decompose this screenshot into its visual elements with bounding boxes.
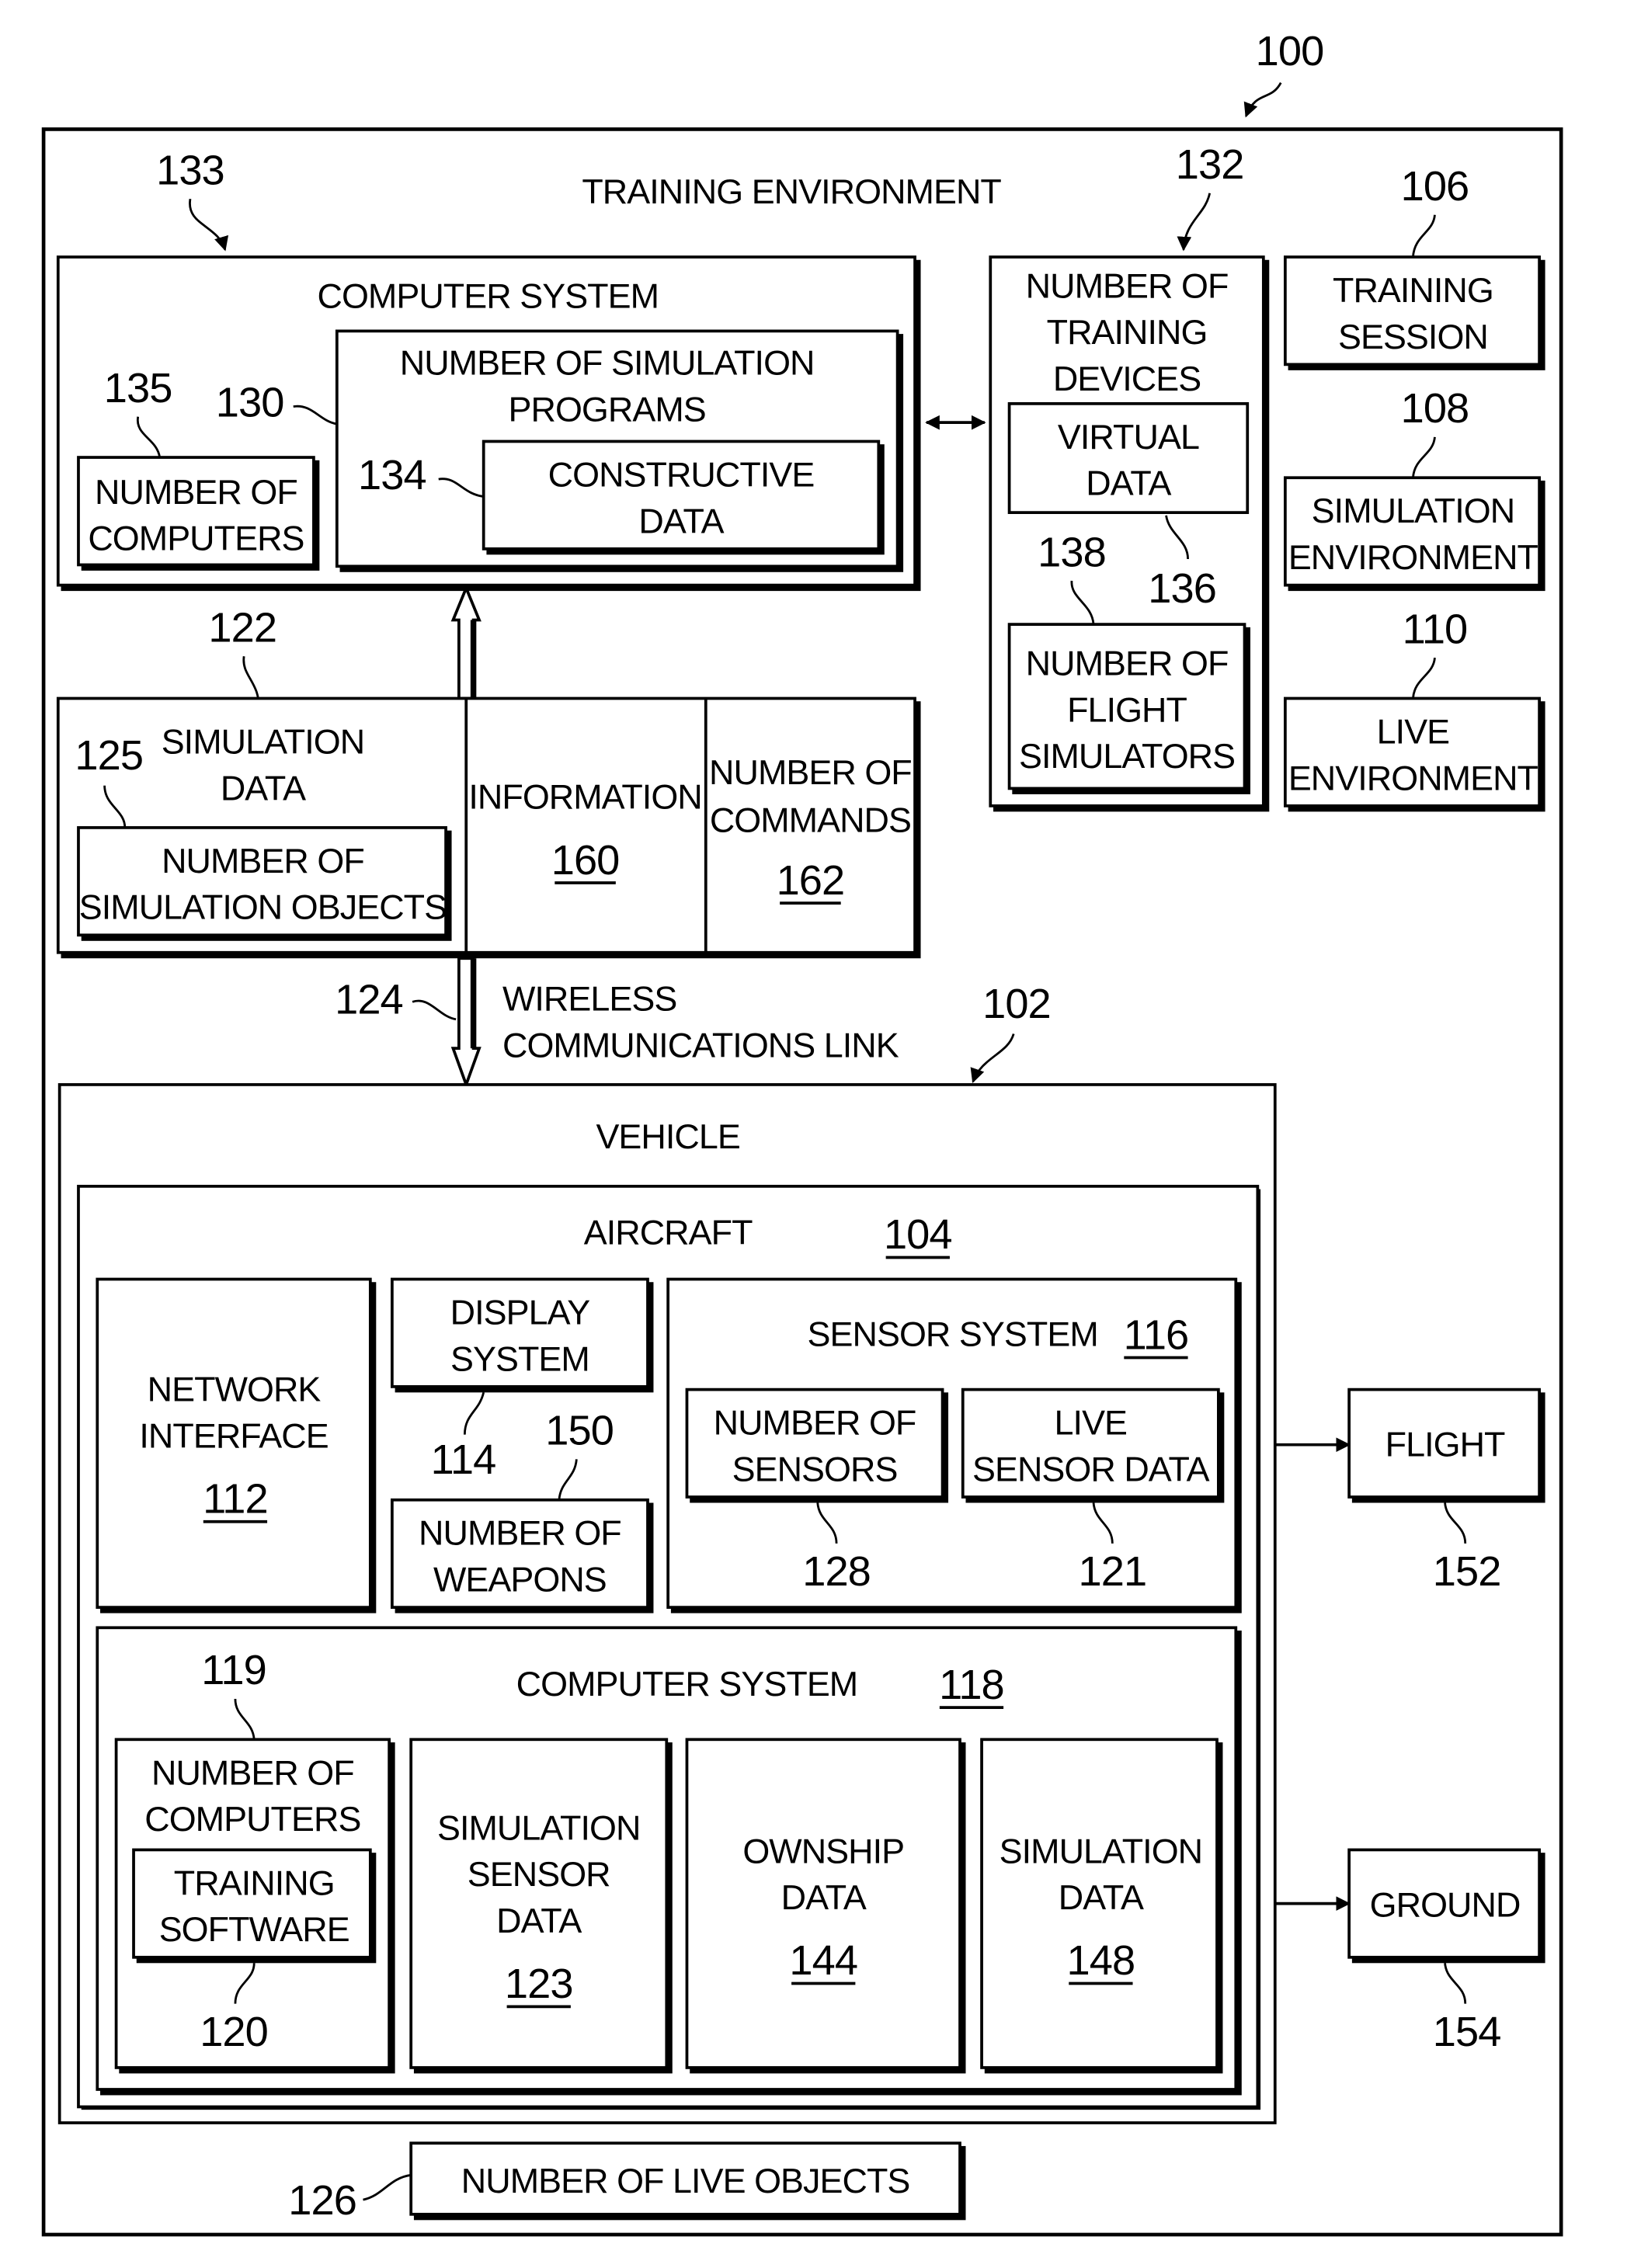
vehicle-computer-system-label: COMPUTER SYSTEM <box>516 1664 858 1704</box>
training-devices-line3: DEVICES <box>1053 359 1201 398</box>
ref-120: 120 <box>200 2009 268 2055</box>
ref-122: 122 <box>208 605 276 651</box>
simulation-data-line2: DATA <box>221 768 306 808</box>
ref-134: 134 <box>358 452 426 498</box>
ref-130: 130 <box>216 380 284 426</box>
simulation-environment-line1: SIMULATION <box>1312 491 1514 530</box>
ref-154: 154 <box>1433 2009 1501 2055</box>
ref-148: 148 <box>1067 1937 1135 1984</box>
simulation-environment-line2: ENVIRONMENT <box>1288 537 1538 577</box>
ground-label: GROUND <box>1370 1884 1521 1924</box>
ref-136: 136 <box>1148 565 1216 612</box>
training-software-line1: TRAINING <box>174 1863 335 1902</box>
training-software-line2: SOFTWARE <box>159 1909 349 1949</box>
ref-123: 123 <box>505 1961 573 2007</box>
simulation-data-line1: SIMULATION <box>162 722 364 762</box>
ref-128: 128 <box>802 1548 871 1595</box>
virtual-data-line2: DATA <box>1086 464 1171 503</box>
network-interface-line2: INTERFACE <box>139 1415 328 1455</box>
live-sensor-data-line2: SENSOR DATA <box>972 1449 1210 1488</box>
vehicle-simulation-data-line2: DATA <box>1059 1877 1144 1917</box>
ref-104: 104 <box>884 1211 952 1258</box>
ownship-data-line2: DATA <box>781 1877 867 1917</box>
training-session-line2: SESSION <box>1338 317 1488 356</box>
ref-121: 121 <box>1079 1548 1147 1595</box>
ref-100: 100 <box>1256 28 1324 75</box>
training-devices-line1: NUMBER OF <box>1026 266 1229 305</box>
ref-125: 125 <box>75 732 143 779</box>
ref-112: 112 <box>203 1476 268 1523</box>
sensor-system-label: SENSOR SYSTEM <box>808 1315 1098 1354</box>
weapons-line1: NUMBER OF <box>419 1513 621 1553</box>
simulation-programs-line2: PROGRAMS <box>509 389 706 429</box>
wireless-link-line2: COMMUNICATIONS LINK <box>502 1025 899 1065</box>
live-sensor-data-line1: LIVE <box>1055 1403 1128 1443</box>
ref-144: 144 <box>789 1937 857 1984</box>
flight-simulators-line1: NUMBER OF <box>1026 644 1229 683</box>
aircraft-label: AIRCRAFT <box>584 1213 753 1252</box>
ref-152: 152 <box>1433 1548 1501 1595</box>
ref-100-leader <box>1243 82 1282 118</box>
live-environment-line2: ENVIRONMENT <box>1288 758 1538 797</box>
constructive-data-line2: DATA <box>638 501 724 540</box>
ref-126: 126 <box>288 2177 356 2224</box>
simulation-sensor-data-line2: SENSOR <box>468 1854 610 1894</box>
vehicle-computers-line1: NUMBER OF <box>151 1752 354 1792</box>
ref-119: 119 <box>201 1647 266 1693</box>
training-environment-diagram: 100 TRAINING ENVIRONMENT 133 COMPUTER SY… <box>41 28 1563 2237</box>
ref-114: 114 <box>431 1436 496 1483</box>
display-system-line1: DISPLAY <box>450 1292 590 1332</box>
ref-108: 108 <box>1401 385 1469 432</box>
ownship-data-line1: OWNSHIP <box>742 1831 904 1870</box>
weapons-line2: WEAPONS <box>433 1560 607 1599</box>
display-system-line2: SYSTEM <box>450 1339 589 1378</box>
ref-106: 106 <box>1401 163 1469 210</box>
wireless-link-line1: WIRELESS <box>502 979 676 1019</box>
ref-118: 118 <box>939 1662 1004 1708</box>
simulation-programs-line1: NUMBER OF SIMULATION <box>400 342 815 382</box>
ref-160: 160 <box>551 837 620 884</box>
flight-label: FLIGHT <box>1385 1425 1505 1464</box>
training-session-line1: TRAINING <box>1333 270 1493 310</box>
simulation-sensor-data-line3: DATA <box>496 1901 582 1940</box>
simulation-objects-line1: NUMBER OF <box>162 841 364 880</box>
flight-simulators-line3: SIMULATORS <box>1019 736 1235 776</box>
commands-line1: NUMBER OF <box>709 752 912 792</box>
ref-135: 135 <box>104 365 172 412</box>
live-objects-label: NUMBER OF LIVE OBJECTS <box>461 2161 910 2200</box>
vehicle-simulation-data-line1: SIMULATION <box>1000 1831 1202 1870</box>
ref-124: 124 <box>335 976 403 1023</box>
ref-110: 110 <box>1403 606 1468 652</box>
ref-132: 132 <box>1176 141 1244 188</box>
vehicle-computers-line2: COMPUTERS <box>144 1799 360 1839</box>
ref-116: 116 <box>1124 1311 1189 1358</box>
ref-138: 138 <box>1038 529 1106 575</box>
vehicle-label: VEHICLE <box>596 1117 739 1156</box>
ref-150: 150 <box>545 1408 614 1454</box>
ref-162: 162 <box>777 857 845 904</box>
simulation-objects-line2: SIMULATION OBJECTS <box>79 887 447 927</box>
training-environment-title: TRAINING ENVIRONMENT <box>582 172 1001 211</box>
number-of-computers-line1: NUMBER OF <box>95 472 297 512</box>
live-environment-line1: LIVE <box>1377 711 1450 751</box>
simulation-sensor-data-line1: SIMULATION <box>437 1808 640 1847</box>
constructive-data-line1: CONSTRUCTIVE <box>548 454 815 494</box>
sensors-line1: NUMBER OF <box>714 1403 916 1443</box>
computer-system-label: COMPUTER SYSTEM <box>318 276 659 315</box>
sensors-line2: SENSORS <box>732 1449 898 1488</box>
training-devices-line2: TRAINING <box>1047 312 1208 352</box>
virtual-data-line1: VIRTUAL <box>1058 417 1199 457</box>
ref-133: 133 <box>156 147 224 193</box>
commands-line2: COMMANDS <box>710 801 911 840</box>
information-label: INFORMATION <box>468 777 701 817</box>
ref-102: 102 <box>982 981 1051 1027</box>
flight-simulators-line2: FLIGHT <box>1067 689 1187 729</box>
number-of-computers-line2: COMPUTERS <box>88 519 304 558</box>
network-interface-line1: NETWORK <box>148 1370 322 1409</box>
